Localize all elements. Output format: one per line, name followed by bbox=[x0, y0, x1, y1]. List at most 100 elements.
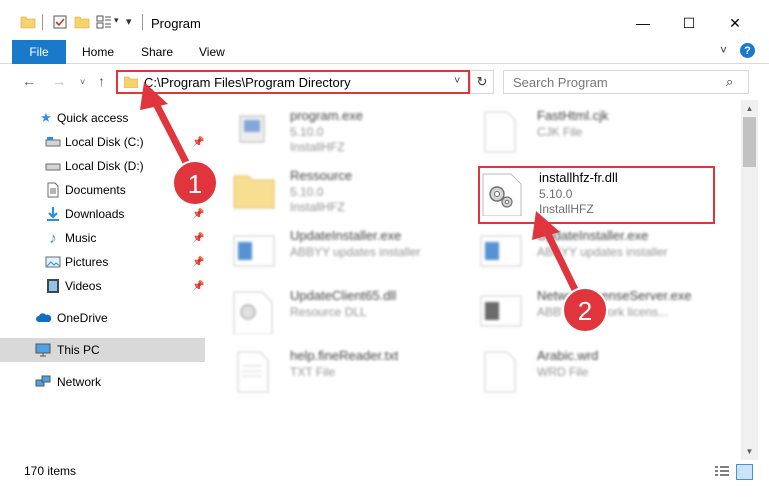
expand-ribbon-icon[interactable]: ˅ bbox=[720, 43, 727, 57]
sidebar-item-label: Network bbox=[57, 375, 102, 389]
address-bar[interactable]: C:\Program Files\Program Directory ˅ bbox=[116, 70, 470, 94]
scroll-thumb[interactable] bbox=[743, 117, 756, 167]
view-options-icon[interactable] bbox=[96, 14, 112, 30]
file-name: NetworkLicenseServer.exe bbox=[537, 288, 692, 303]
installer-icon bbox=[233, 235, 275, 267]
minimize-button[interactable]: — bbox=[620, 8, 666, 38]
drive-icon bbox=[45, 137, 61, 147]
pin-icon[interactable]: 📌 bbox=[192, 209, 204, 220]
file-description: ABBYY updates installer bbox=[537, 245, 668, 259]
file-name: UpdateInstaller.exe bbox=[290, 228, 402, 243]
navigation-bar: ← → ˅ ↑ C:\Program Files\Program Directo… bbox=[0, 64, 769, 100]
file-description: ABBYY Network licens... bbox=[537, 305, 669, 319]
sidebar-item-onedrive[interactable]: OneDrive bbox=[0, 306, 210, 330]
dll-gear-icon bbox=[233, 291, 273, 334]
star-icon: ★ bbox=[40, 110, 52, 125]
tab-file[interactable]: File bbox=[12, 40, 66, 64]
folder-icon bbox=[233, 175, 275, 209]
vertical-scrollbar[interactable]: ▲ ▼ bbox=[741, 100, 758, 460]
title-separator bbox=[142, 14, 143, 30]
installer-icon bbox=[480, 235, 522, 267]
network-icon bbox=[35, 375, 51, 387]
file-item[interactable]: Arabic.wrd WRD File bbox=[479, 344, 719, 400]
search-icon[interactable]: ⌕ bbox=[726, 74, 733, 90]
tab-view[interactable]: View bbox=[199, 45, 225, 59]
tab-share[interactable]: Share bbox=[141, 45, 173, 59]
new-folder-icon[interactable] bbox=[74, 14, 90, 30]
search-placeholder: Search Program bbox=[513, 75, 608, 90]
refresh-button[interactable]: ↻ bbox=[470, 70, 494, 94]
sidebar-item-downloads[interactable]: Downloads 📌 bbox=[0, 202, 210, 226]
file-company: InstallHFZ bbox=[290, 200, 345, 214]
videos-icon bbox=[47, 279, 59, 293]
close-button[interactable]: ✕ bbox=[712, 8, 758, 38]
forward-arrow-icon[interactable]: → bbox=[52, 73, 66, 89]
file-description: Resource DLL bbox=[290, 305, 367, 319]
sidebar-item-label: Quick access bbox=[57, 111, 129, 125]
sidebar-item-label: OneDrive bbox=[57, 311, 108, 325]
file-item[interactable]: NetworkLicenseServer.exe ABBYY Network l… bbox=[479, 284, 719, 340]
back-arrow-icon[interactable]: ← bbox=[22, 73, 36, 89]
file-name: UpdateClient65.dll bbox=[290, 288, 397, 303]
customize-toolbar-icon[interactable]: ▾ bbox=[126, 15, 132, 28]
music-icon: ♪ bbox=[49, 229, 57, 247]
help-icon[interactable]: ? bbox=[740, 43, 755, 58]
address-path[interactable]: C:\Program Files\Program Directory bbox=[144, 75, 351, 90]
search-input[interactable]: Search Program ⌕ bbox=[503, 70, 749, 94]
file-version: 5.10.0 bbox=[290, 125, 324, 139]
file-item[interactable]: UpdateInstaller.exe ABBYY updates instal… bbox=[479, 224, 719, 280]
blank-file-icon bbox=[484, 351, 516, 393]
sidebar-item-local-disk-d[interactable]: Local Disk (D:) bbox=[0, 154, 210, 178]
folder-icon[interactable] bbox=[20, 14, 36, 30]
title-bar: ▾ ▾ Program — ☐ ✕ bbox=[0, 0, 769, 40]
recent-locations-icon[interactable]: ˅ bbox=[80, 77, 85, 87]
file-name: program.exe bbox=[290, 108, 363, 123]
file-item[interactable]: UpdateClient65.dll Resource DLL bbox=[232, 284, 472, 340]
address-dropdown-icon[interactable]: ˅ bbox=[454, 75, 460, 87]
pin-icon[interactable]: 📌 bbox=[192, 185, 204, 196]
sidebar-item-network[interactable]: Network bbox=[0, 370, 210, 394]
sidebar-item-quick-access[interactable]: ★ Quick access bbox=[0, 106, 210, 130]
file-item[interactable]: help.fineReader.txt TXT File bbox=[232, 344, 472, 400]
quick-access-dropdown-icon[interactable]: ▾ bbox=[114, 15, 119, 26]
pin-icon[interactable]: 📌 bbox=[192, 257, 204, 268]
pin-icon[interactable]: 📌 bbox=[192, 281, 204, 292]
details-view-icon[interactable] bbox=[714, 465, 730, 479]
file-item[interactable]: Ressource 5.10.0 InstallHFZ bbox=[232, 164, 472, 220]
navigation-pane: ★ Quick access Local Disk (C:) 📌 Local D… bbox=[0, 100, 210, 460]
sidebar-item-label: Downloads bbox=[65, 207, 125, 221]
sidebar-item-pictures[interactable]: Pictures 📌 bbox=[0, 250, 210, 274]
sidebar-item-this-pc[interactable]: This PC bbox=[0, 338, 205, 362]
file-name: Ressource bbox=[290, 168, 353, 183]
maximize-button[interactable]: ☐ bbox=[666, 8, 712, 38]
file-list: program.exe 5.10.0 InstallHFZ FastHtml.c… bbox=[210, 100, 741, 460]
sidebar-item-videos[interactable]: Videos 📌 bbox=[0, 274, 210, 298]
file-name: UpdateInstaller.exe bbox=[537, 228, 649, 243]
file-item[interactable]: program.exe 5.10.0 InstallHFZ bbox=[232, 104, 472, 160]
downloads-icon bbox=[47, 207, 59, 221]
tab-home[interactable]: Home bbox=[82, 45, 114, 59]
drive-icon bbox=[45, 163, 61, 171]
sidebar-item-documents[interactable]: Documents 📌 bbox=[0, 178, 210, 202]
sidebar-item-label: Music bbox=[65, 231, 97, 245]
large-icons-view-icon[interactable] bbox=[736, 464, 753, 480]
sidebar-item-music[interactable]: ♪ Music 📌 bbox=[0, 226, 210, 250]
pin-icon[interactable]: 📌 bbox=[192, 137, 204, 148]
pin-icon[interactable]: 📌 bbox=[192, 233, 204, 244]
folder-icon bbox=[124, 76, 138, 88]
file-description: ABBYY updates installer bbox=[290, 245, 421, 259]
scroll-up-icon[interactable]: ▲ bbox=[741, 100, 758, 117]
sidebar-item-local-disk-c[interactable]: Local Disk (C:) 📌 bbox=[0, 130, 210, 154]
scroll-down-icon[interactable]: ▼ bbox=[741, 443, 758, 460]
up-arrow-icon[interactable]: ↑ bbox=[98, 73, 105, 89]
exe-icon bbox=[239, 115, 265, 143]
file-item[interactable]: FastHtml.cjk CJK File bbox=[479, 104, 719, 160]
properties-check-icon[interactable] bbox=[52, 14, 68, 30]
sidebar-item-label: This PC bbox=[57, 343, 100, 357]
file-type: WRD File bbox=[537, 365, 589, 379]
file-item[interactable]: UpdateInstaller.exe ABBYY updates instal… bbox=[232, 224, 472, 280]
text-file-icon bbox=[237, 351, 269, 393]
file-type: CJK File bbox=[537, 125, 583, 139]
file-company: InstallHFZ bbox=[290, 140, 345, 154]
ribbon-tabs: File Home Share View ˅ ? bbox=[0, 40, 769, 64]
